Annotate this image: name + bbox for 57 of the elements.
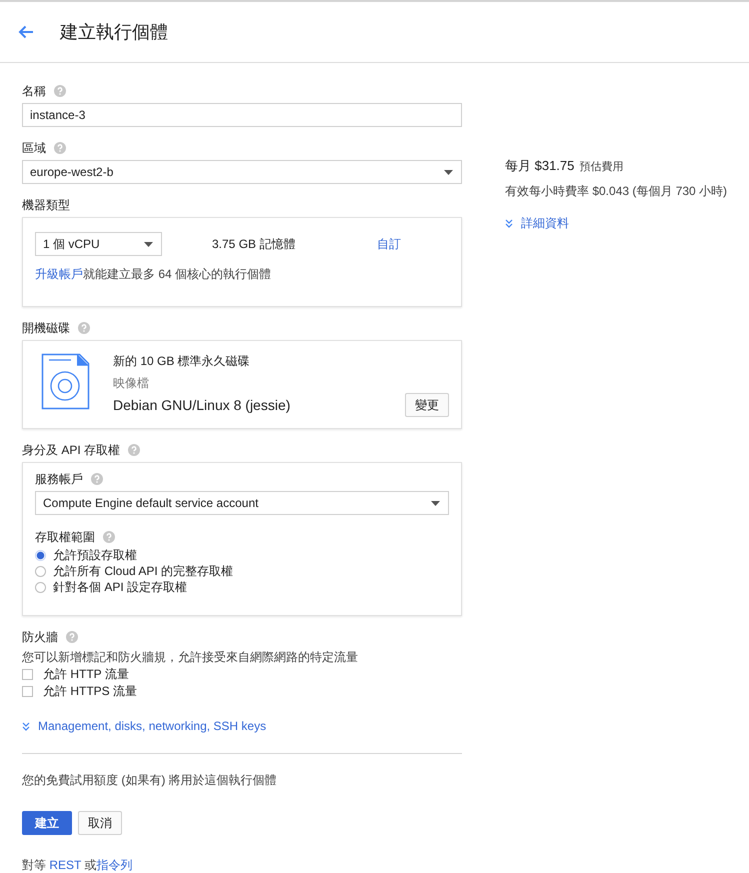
hourly-rate: 有效每小時費率 $0.043 (每個月 730 小時) <box>505 183 728 200</box>
upgrade-link[interactable]: 升級帳戶 <box>35 267 83 281</box>
change-button[interactable]: 變更 <box>405 393 449 417</box>
checkbox[interactable] <box>22 686 33 697</box>
help-icon[interactable] <box>78 322 90 334</box>
help-icon[interactable] <box>66 631 78 643</box>
help-icon[interactable] <box>54 85 66 97</box>
monthly-cost: 每月 $31.75 <box>505 157 574 175</box>
create-button[interactable]: 建立 <box>22 811 72 835</box>
dropdown-caret-icon <box>144 242 153 246</box>
management-link[interactable]: Management, disks, networking, SSH keys <box>38 719 266 733</box>
page-title: 建立執行個體 <box>60 21 168 44</box>
field-label: 身分及 API 存取權 <box>22 442 120 458</box>
field-label: 機器類型 <box>22 196 70 214</box>
help-icon[interactable] <box>103 531 115 543</box>
trial-note: 您的免費試用額度 (如果有) 將用於這個執行個體 <box>22 772 278 789</box>
checkbox-label: 允許 HTTPS 流量 <box>43 683 138 700</box>
cancel-button[interactable]: 取消 <box>78 811 122 835</box>
field-label: 名稱 <box>22 82 46 100</box>
details-link[interactable]: 詳細資料 <box>521 215 569 232</box>
checkbox[interactable] <box>22 669 33 680</box>
image-label: 映像檔 <box>113 375 150 392</box>
cpu-dropdown[interactable]: 1 個 vCPU <box>35 232 162 256</box>
upgrade-note: 升級帳戶就能建立最多 64 個核心的執行個體 <box>35 266 272 283</box>
disk-file-icon <box>41 353 90 410</box>
back-arrow-icon[interactable] <box>18 25 34 39</box>
checkbox-label: 允許 HTTP 流量 <box>43 666 129 683</box>
image-name: Debian GNU/Linux 8 (jessie) <box>113 397 292 413</box>
field-label: 防火牆 <box>22 628 58 646</box>
radio-label: 允許所有 Cloud API 的完整存取權 <box>53 562 234 580</box>
radio-label: 針對各個 API 設定存取權 <box>53 578 188 596</box>
service-account-dropdown[interactable]: Compute Engine default service account <box>35 491 449 515</box>
field-label: 存取權範圍 <box>35 528 95 546</box>
radio-button[interactable] <box>35 550 46 560</box>
name-field[interactable]: instance-3 <box>22 103 462 127</box>
field-label: 區域 <box>22 140 46 156</box>
help-icon[interactable] <box>91 473 103 485</box>
customize-link[interactable]: 自訂 <box>377 236 401 252</box>
field-label: 服務帳戶 <box>35 470 83 488</box>
dropdown-caret-icon <box>444 170 453 174</box>
dropdown-caret-icon <box>431 500 440 506</box>
cost-label: 預估費用 <box>579 160 624 174</box>
radio-label: 允許預設存取權 <box>53 546 137 564</box>
command-line-link[interactable]: 指令列 <box>96 858 132 872</box>
memory-text: 3.75 GB 記憶體 <box>212 236 296 252</box>
rest-link[interactable]: REST <box>49 858 82 872</box>
disk-title: 新的 10 GB 標準永久磁碟 <box>113 353 251 370</box>
firewall-description: 您可以新增標記和防火牆規，允許接受來自網際網路的特定流量 <box>22 649 359 666</box>
expand-chevron-icon <box>505 219 513 228</box>
radio-button[interactable] <box>35 566 46 576</box>
help-icon[interactable] <box>54 142 66 154</box>
field-label: 開機磁碟 <box>22 320 70 336</box>
radio-button[interactable] <box>35 582 46 592</box>
equivalent-note: 對等 REST 或指令列 <box>22 857 134 873</box>
zone-dropdown[interactable]: europe-west2-b <box>22 160 462 184</box>
help-icon[interactable] <box>128 444 140 456</box>
expand-chevron-icon <box>22 722 30 730</box>
